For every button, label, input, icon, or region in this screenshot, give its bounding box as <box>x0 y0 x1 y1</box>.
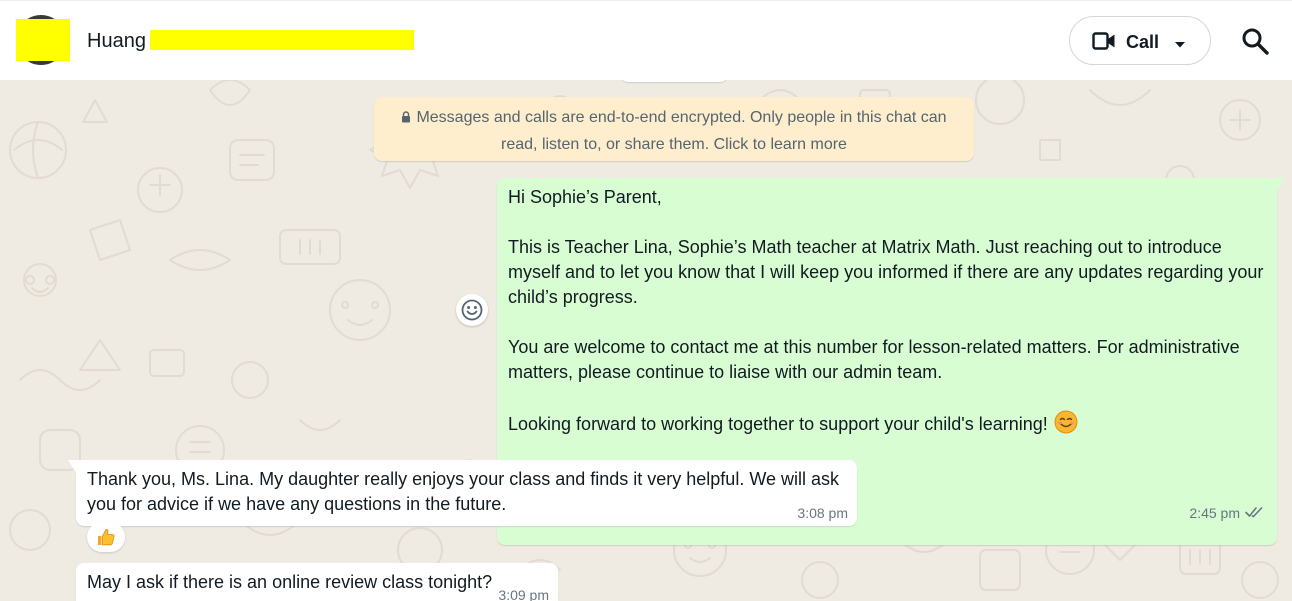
avatar-redaction <box>16 19 70 61</box>
bubble-tail <box>68 460 76 473</box>
video-camera-icon <box>1092 31 1116 56</box>
lock-icon <box>401 106 411 132</box>
message-bubble-incoming[interactable]: May I ask if there is an online review c… <box>76 563 558 601</box>
call-label: Call <box>1126 32 1160 52</box>
message-reaction[interactable] <box>87 522 125 552</box>
chat-panel[interactable]: Messages and calls are end-to-end encryp… <box>0 80 1292 601</box>
smiling-face-emoji <box>1054 410 1078 441</box>
message-time: 3:09 pm <box>498 587 549 601</box>
message-meta: 2:45 pm <box>1189 505 1265 521</box>
message-text: Thank you, Ms. Lina. My daughter really … <box>87 469 845 514</box>
double-check-icon <box>1245 505 1265 521</box>
message-text: May I ask if there is an online review c… <box>87 572 493 592</box>
message-text: Hi Sophie’s Parent, This is Teacher Lina… <box>508 187 1264 434</box>
bubble-tail <box>1277 178 1285 191</box>
message-bubble-incoming[interactable]: Thank you, Ms. Lina. My daughter really … <box>68 460 857 526</box>
search-icon <box>1240 28 1270 60</box>
chat-header: Huang Call <box>0 0 1292 80</box>
add-reaction-button[interactable] <box>456 294 488 326</box>
message-time: 2:45 pm <box>1189 505 1240 521</box>
date-pill <box>620 80 728 82</box>
call-button[interactable]: Call <box>1069 16 1211 65</box>
contact-name[interactable]: Huang <box>87 29 146 53</box>
name-redaction <box>150 30 414 50</box>
encryption-notice-text: Messages and calls are end-to-end encryp… <box>416 109 947 153</box>
avatar[interactable] <box>16 15 70 65</box>
encryption-notice[interactable]: Messages and calls are end-to-end encryp… <box>374 97 974 161</box>
chevron-down-icon[interactable] <box>1174 36 1186 54</box>
message-time: 3:08 pm <box>797 505 848 521</box>
search-button[interactable] <box>1240 26 1272 58</box>
